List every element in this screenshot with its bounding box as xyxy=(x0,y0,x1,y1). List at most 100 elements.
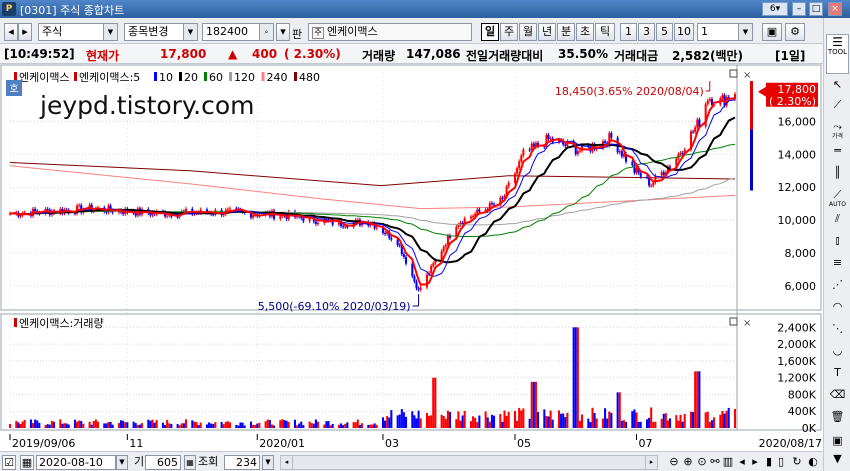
volume-bar xyxy=(38,422,41,428)
tool-cycle[interactable]: ◡ xyxy=(826,344,849,366)
number-10-button[interactable]: 10 xyxy=(674,23,694,41)
volume-bar xyxy=(505,415,508,428)
tool-text[interactable]: T xyxy=(826,366,849,388)
view-count-input[interactable]: 234 xyxy=(224,455,260,470)
candle-body xyxy=(604,141,607,143)
volume-bar xyxy=(516,420,519,428)
volume-bar xyxy=(224,421,227,428)
legend-swatch xyxy=(294,72,297,81)
volume-bar xyxy=(576,327,579,428)
refresh-icon[interactable]: ↻ xyxy=(790,455,804,470)
chevron-down-icon[interactable]: ▼ xyxy=(116,455,128,470)
volume-bar xyxy=(17,422,20,428)
candle-body xyxy=(530,143,533,151)
volume-bar xyxy=(78,420,81,428)
scroll-right-icon[interactable]: ▸ xyxy=(645,456,657,469)
play-icon[interactable]: ⊙ xyxy=(696,455,708,470)
number-5-button[interactable]: 5 xyxy=(656,23,673,41)
stock-code-input[interactable]: 182400 ⌕ xyxy=(202,23,274,41)
calendar-icon[interactable]: ☑ xyxy=(2,455,16,470)
tool-trendline[interactable]: ⟋ xyxy=(826,98,849,120)
prev-page-icon[interactable]: ◂ xyxy=(736,455,748,470)
page-number-button[interactable]: 6▾ xyxy=(762,2,788,16)
tool-price[interactable]: ⤳ 가격 xyxy=(826,120,849,142)
gear-icon[interactable]: ⚙ xyxy=(785,23,805,41)
volume-bar xyxy=(82,423,85,428)
next-arrow-icon[interactable]: ▸ xyxy=(18,23,32,41)
volume-bar xyxy=(449,411,452,428)
chevron-down-icon[interactable]: ▼ xyxy=(183,24,197,40)
count-select[interactable]: 1 ▼ xyxy=(697,23,753,41)
minimize-button[interactable]: – xyxy=(792,2,806,16)
candle-body xyxy=(302,217,305,222)
period-input[interactable]: 605 xyxy=(145,455,181,470)
tool-candle[interactable]: ⫾ xyxy=(826,234,849,256)
volume-bar xyxy=(325,421,328,428)
next-page-icon[interactable]: ▸ xyxy=(748,455,762,470)
market-select[interactable]: 주식 ▼ xyxy=(38,23,118,41)
toolbar: ◂ ▸ 주식 ▼ 종목변경 ▼ 182400 ⌕ ▾ 판 주 엔케이맥스 일 주 월 년… xyxy=(0,18,850,44)
chevron-down-icon[interactable]: ▼ xyxy=(262,455,274,470)
volume-bar xyxy=(134,423,137,428)
tool-menu-button[interactable]: ☰ TOOL xyxy=(826,34,849,74)
binoculars-icon[interactable]: ⚯ xyxy=(709,455,721,470)
text-tool-icon: T xyxy=(834,366,841,379)
volume-bar xyxy=(442,415,445,428)
candle-body xyxy=(650,185,653,187)
tool-cursor[interactable]: ↖ xyxy=(826,78,849,100)
grid-icon[interactable]: ▦ xyxy=(184,455,196,470)
tool-horizontal[interactable]: ═ xyxy=(826,144,849,166)
close-button[interactable]: × xyxy=(828,2,842,16)
tool-channel[interactable]: ⫽ xyxy=(826,212,849,234)
chart-bar-icon[interactable]: ▮ xyxy=(764,455,774,470)
volume-bar xyxy=(92,421,95,428)
period-tick-button[interactable]: 틱 xyxy=(595,23,615,41)
volume-bar xyxy=(346,422,349,428)
tool-gann[interactable]: ⋰ xyxy=(826,278,849,300)
number-3-button[interactable]: 3 xyxy=(638,23,655,41)
lock-icon[interactable]: ◐ xyxy=(806,455,820,470)
period-week-button[interactable]: 주 xyxy=(500,23,518,41)
maximize-button[interactable]: □ xyxy=(809,2,823,16)
period-day-button[interactable]: 일 xyxy=(481,23,499,41)
chevron-down-icon[interactable]: ▼ xyxy=(738,24,752,40)
calendar-picker-icon[interactable]: ▦ xyxy=(20,455,34,470)
scroll-left-icon[interactable]: ◂ xyxy=(281,456,293,469)
chart-volume-icon[interactable]: ▯ xyxy=(776,455,786,470)
candle-body xyxy=(430,265,433,274)
volume-bar xyxy=(212,423,215,428)
candle-body xyxy=(411,263,414,277)
candle-body xyxy=(528,149,531,151)
tool-fan[interactable]: ⋱ xyxy=(826,322,849,344)
code-change-select[interactable]: 종목변경 ▼ xyxy=(124,23,198,41)
tool-fibo[interactable]: ≡ xyxy=(826,256,849,278)
stock-chart[interactable]: 16,000 14,000 12,000 10,000 8,000 6,000 2,400K… xyxy=(0,64,823,450)
code-dropdown-button[interactable]: ▾ xyxy=(276,23,290,41)
chart-scrollbar[interactable]: ◂ ▸ xyxy=(280,455,658,470)
chart-panel[interactable]: 16,000 14,000 12,000 10,000 8,000 6,000 2,400K… xyxy=(0,64,823,450)
date-input[interactable]: 2020-08-10 xyxy=(36,455,116,470)
tool-scroll-down[interactable]: ▼ xyxy=(826,452,849,468)
zoom-out-icon[interactable]: ⊖ xyxy=(668,455,680,470)
period-month-button[interactable]: 월 xyxy=(519,23,537,41)
search-icon[interactable]: ⌕ xyxy=(259,24,273,40)
save-icon[interactable]: ▣ xyxy=(762,23,782,41)
period-second-button[interactable]: 초 xyxy=(576,23,594,41)
prev-arrow-icon[interactable]: ◂ xyxy=(4,23,18,41)
tool-delete[interactable]: 🗑 xyxy=(826,410,849,432)
zoom-in-icon[interactable]: ⊕ xyxy=(682,455,694,470)
volume-value: 147,086 xyxy=(406,47,461,61)
tool-arc[interactable]: ◠ xyxy=(826,300,849,322)
period-year-button[interactable]: 년 xyxy=(538,23,556,41)
tool-vertical[interactable]: ║ xyxy=(826,166,849,188)
volume-bar xyxy=(704,412,707,428)
period-minute-button[interactable]: 분 xyxy=(557,23,575,41)
max-annotation: 18,450(3.65% 2020/08/04) xyxy=(555,85,704,98)
grid-view-icon[interactable]: ▥ xyxy=(722,455,734,470)
volume-bar xyxy=(176,423,179,428)
tool-eraser[interactable]: ⌫ xyxy=(826,388,849,410)
number-1-button[interactable]: 1 xyxy=(620,23,637,41)
price-line-icon: ⤳ xyxy=(833,120,842,133)
chevron-down-icon[interactable]: ▼ xyxy=(103,24,117,40)
tool-auto[interactable]: ⟋ AUTO xyxy=(826,188,849,210)
